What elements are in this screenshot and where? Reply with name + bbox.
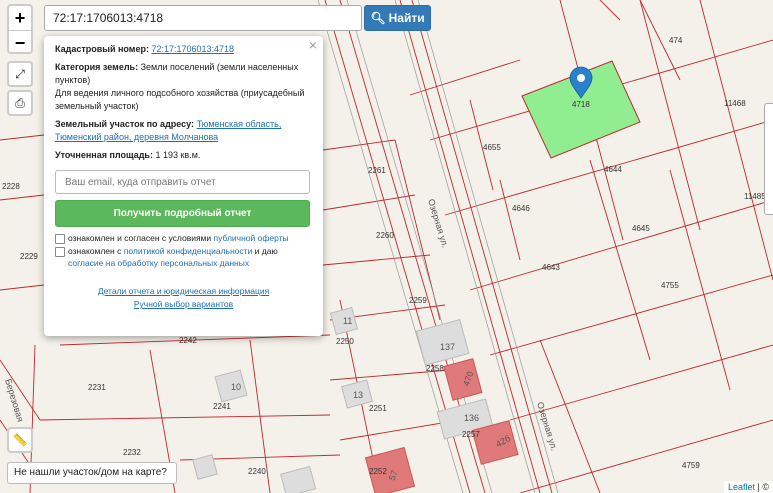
- fullscreen-button[interactable]: ⤢: [7, 61, 33, 87]
- privacy-policy-link[interactable]: политикой конфиденциальности: [124, 246, 253, 256]
- parcel-label: 2259: [409, 296, 427, 305]
- cadastral-number-label: Кадастровый номер:: [55, 44, 149, 54]
- parcel-label: 2258: [426, 364, 444, 373]
- parcel-label: 2231: [88, 383, 106, 392]
- leaflet-link[interactable]: Leaflet: [728, 482, 755, 492]
- land-usage-value: Для ведения личного подсобного хозяйства…: [55, 88, 305, 111]
- selected-parcel-label: 4718: [572, 100, 590, 109]
- privacy-consent-prefix: ознакомлен с: [68, 246, 122, 256]
- parcel-label: 2242: [179, 336, 197, 345]
- report-details-link[interactable]: Детали отчета и юридическая информация: [98, 286, 269, 296]
- parcel-label: 4755: [661, 281, 679, 290]
- parcel-label: 2240: [248, 467, 266, 476]
- land-category-label: Категория земель:: [55, 62, 139, 72]
- public-offer-link[interactable]: публичной оферты: [214, 233, 289, 243]
- search-icon: 🔍︎: [370, 11, 386, 25]
- parcel-label: 2229: [20, 252, 38, 261]
- get-report-button[interactable]: Получить подробный отчет: [55, 200, 310, 227]
- offer-consent-prefix: ознакомлен и согласен с условиями: [68, 233, 212, 243]
- parcel-label: 474: [669, 36, 683, 45]
- close-icon[interactable]: ×: [309, 38, 317, 52]
- parcel-label: 2257: [462, 430, 480, 439]
- manual-selection-link[interactable]: Ручной выбор вариантов: [134, 299, 233, 309]
- parcel-label: 4646: [512, 204, 530, 213]
- parcel-label: 4645: [632, 224, 650, 233]
- building-number: 11: [343, 316, 352, 326]
- expand-icon: ⤢: [15, 67, 25, 81]
- print-button[interactable]: ⎙: [7, 90, 33, 116]
- building-number: 136: [464, 413, 479, 423]
- offer-consent-checkbox[interactable]: [55, 234, 65, 244]
- parcel-label: 4759: [682, 461, 700, 470]
- offer-consent-row: ознакомлен и согласен с условиями публич…: [55, 232, 312, 244]
- privacy-consent-checkbox[interactable]: [55, 247, 65, 257]
- side-panel-edge[interactable]: [764, 103, 773, 215]
- privacy-consent-text: ознакомлен с политикой конфиденциальност…: [68, 245, 312, 269]
- building-number: 137: [440, 342, 455, 352]
- search-button[interactable]: 🔍︎ Найти: [364, 5, 431, 31]
- parcel-label: 2228: [2, 182, 20, 191]
- address-label: Земельный участок по адресу:: [55, 119, 195, 129]
- parcel-label: 4644: [604, 165, 622, 174]
- parcel-label: 2260: [376, 231, 394, 240]
- search-button-label: Найти: [388, 11, 425, 25]
- privacy-consent-mid: и даю: [254, 246, 278, 256]
- parcel-label: 11468: [724, 99, 746, 108]
- parcel-info-popup: × Кадастровый номер: 72:17:1706013:4718 …: [44, 36, 323, 336]
- parcel-label: 2252: [369, 467, 387, 476]
- zoom-control: + −: [7, 4, 33, 54]
- search-input[interactable]: [44, 5, 362, 31]
- parcel-label: 4655: [483, 143, 501, 152]
- personal-data-consent-link[interactable]: согласие на обработку персональных данны…: [68, 258, 249, 268]
- zoom-out-button[interactable]: −: [9, 30, 31, 55]
- privacy-consent-row: ознакомлен с политикой конфиденциальност…: [55, 245, 312, 269]
- offer-consent-text: ознакомлен и согласен с условиями публич…: [68, 232, 289, 244]
- parcel-label: 2241: [213, 402, 231, 411]
- parcel-label: 4643: [542, 263, 560, 272]
- map-attribution: Leaflet | ©: [723, 481, 773, 493]
- ruler-icon: 📏: [12, 433, 28, 447]
- parcel-label: 2261: [368, 166, 386, 175]
- email-field[interactable]: [55, 170, 310, 194]
- parcel-label: 2251: [369, 404, 387, 413]
- attribution-rest: | ©: [757, 482, 769, 492]
- parcel-label: 2250: [336, 337, 354, 346]
- area-value: 1 193 кв.м.: [155, 150, 201, 160]
- cadastral-number-link[interactable]: 72:17:1706013:4718: [151, 44, 234, 54]
- printer-icon: ⎙: [15, 96, 25, 110]
- popup-bottom-links: Детали отчета и юридическая информация Р…: [55, 285, 312, 311]
- building-number: 13: [353, 390, 363, 400]
- parcel-label: 2232: [123, 448, 141, 457]
- address-row: Земельный участок по адресу: Тюменская о…: [55, 118, 312, 144]
- building-number: 10: [231, 382, 241, 392]
- cadastral-number-row: Кадастровый номер: 72:17:1706013:4718: [55, 43, 312, 56]
- not-found-button[interactable]: Не нашли участок/дом на карте?: [7, 462, 177, 484]
- area-row: Уточненная площадь: 1 193 кв.м.: [55, 149, 312, 162]
- land-category-row: Категория земель: Земли поселений (земли…: [55, 61, 312, 113]
- measure-button[interactable]: 📏: [7, 427, 33, 453]
- parcel-label: 11485: [744, 192, 766, 201]
- area-label: Уточненная площадь:: [55, 150, 153, 160]
- zoom-in-button[interactable]: +: [9, 6, 31, 30]
